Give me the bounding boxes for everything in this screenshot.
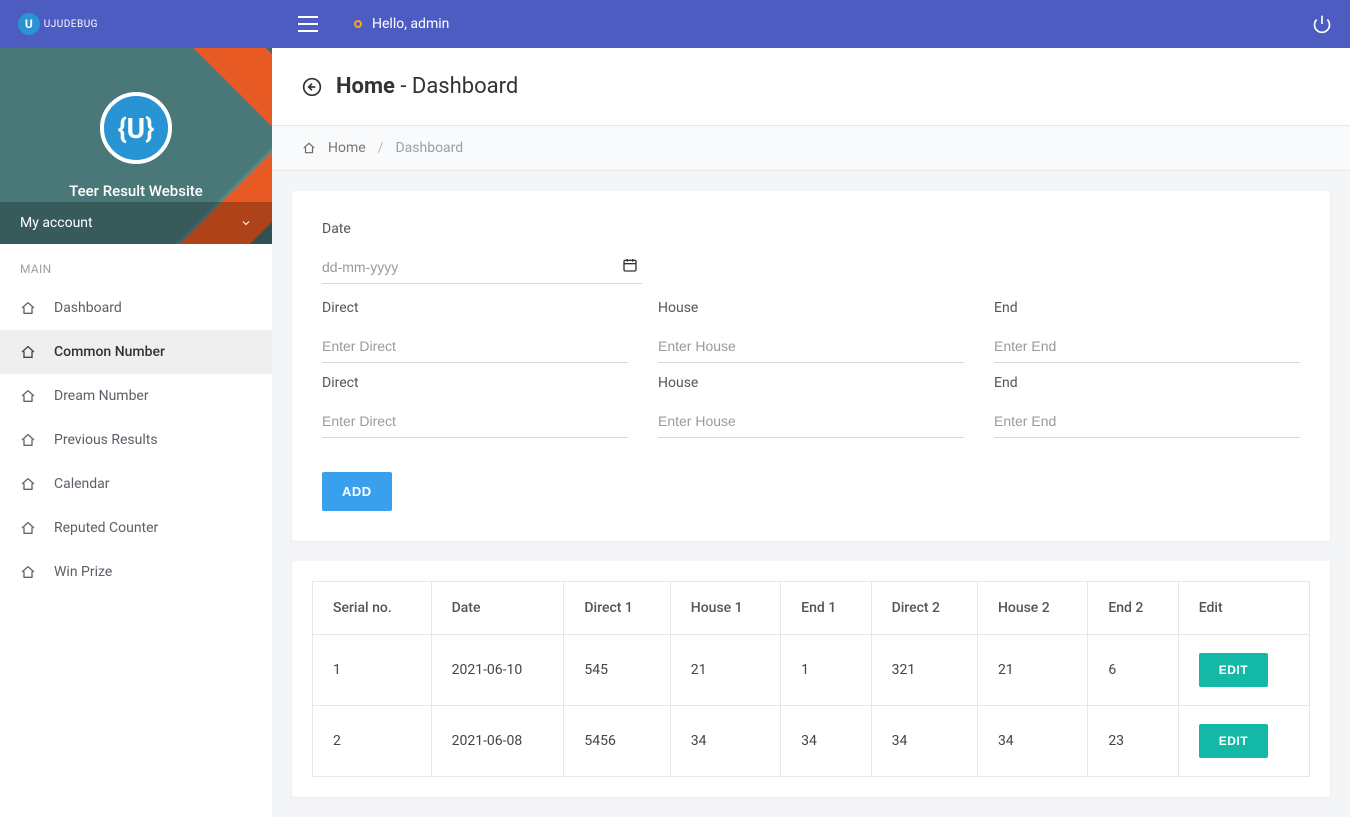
sidebar-item-label: Win Prize — [54, 564, 112, 580]
breadcrumb-home-icon[interactable] — [302, 141, 316, 155]
cell-h2: 21 — [977, 635, 1087, 706]
cell-date: 2021-06-10 — [431, 635, 564, 706]
th-house2: House 2 — [977, 582, 1087, 635]
th-edit: Edit — [1178, 582, 1309, 635]
table-row: 2 2021-06-08 5456 34 34 34 34 23 EDIT — [313, 706, 1310, 777]
sidebar-item-common-number[interactable]: Common Number — [0, 330, 272, 374]
cell-h1: 34 — [670, 706, 780, 777]
sidebar-item-label: Dashboard — [54, 300, 122, 316]
house2-input[interactable] — [658, 405, 964, 438]
date-input[interactable] — [322, 251, 642, 284]
home-icon — [20, 564, 36, 580]
cell-e2: 23 — [1088, 706, 1178, 777]
home-icon — [20, 344, 36, 360]
th-house1: House 1 — [670, 582, 780, 635]
topbar: U UJUDEBUG Hello, admin — [0, 0, 1350, 48]
sidebar-item-dashboard[interactable]: Dashboard — [0, 286, 272, 330]
cell-h2: 34 — [977, 706, 1087, 777]
end2-label: End — [994, 375, 1300, 391]
cell-d1: 5456 — [564, 706, 670, 777]
home-icon — [20, 300, 36, 316]
edit-button[interactable]: EDIT — [1199, 653, 1268, 687]
th-direct2: Direct 2 — [871, 582, 977, 635]
calendar-icon[interactable] — [622, 257, 638, 273]
direct1-input[interactable] — [322, 330, 628, 363]
status-dot-icon — [354, 20, 362, 28]
sidebar-item-label: Reputed Counter — [54, 520, 158, 536]
th-end1: End 1 — [781, 582, 871, 635]
cell-d2: 34 — [871, 706, 977, 777]
cell-date: 2021-06-08 — [431, 706, 564, 777]
home-icon — [20, 520, 36, 536]
form-card: Date Direct House End — [292, 191, 1330, 541]
site-title: Teer Result Website — [69, 182, 203, 200]
avatar: {U} — [100, 92, 172, 164]
page-title: Home - Dashboard — [336, 74, 518, 99]
table-card: Serial no. Date Direct 1 House 1 End 1 D… — [292, 561, 1330, 797]
brand-logo-text: UJUDEBUG — [44, 19, 98, 30]
th-direct1: Direct 1 — [564, 582, 670, 635]
nav-section-main: MAIN — [0, 244, 272, 286]
cell-d1: 545 — [564, 635, 670, 706]
breadcrumb-separator: / — [378, 140, 384, 156]
sidebar: {U} Teer Result Website My account MAIN … — [0, 48, 272, 817]
greeting-text: Hello, admin — [372, 16, 449, 32]
breadcrumb-current: Dashboard — [395, 140, 463, 156]
table-header-row: Serial no. Date Direct 1 House 1 End 1 D… — [313, 582, 1310, 635]
th-serial: Serial no. — [313, 582, 432, 635]
end2-input[interactable] — [994, 405, 1300, 438]
my-account-label: My account — [20, 215, 93, 231]
house2-label: House — [658, 375, 964, 391]
brand-logo: U UJUDEBUG — [18, 13, 98, 35]
page-header: Home - Dashboard — [272, 48, 1350, 126]
chevron-down-icon — [240, 217, 252, 229]
end1-input[interactable] — [994, 330, 1300, 363]
sidebar-item-previous-results[interactable]: Previous Results — [0, 418, 272, 462]
sidebar-hero: {U} Teer Result Website My account — [0, 48, 272, 244]
main-content: Home - Dashboard Home / Dashboard Date — [272, 48, 1350, 817]
edit-button[interactable]: EDIT — [1199, 724, 1268, 758]
back-icon[interactable] — [302, 77, 322, 97]
home-icon — [20, 476, 36, 492]
house1-input[interactable] — [658, 330, 964, 363]
date-label: Date — [322, 221, 1300, 237]
cell-e1: 34 — [781, 706, 871, 777]
direct2-input[interactable] — [322, 405, 628, 438]
th-end2: End 2 — [1088, 582, 1178, 635]
cell-e1: 1 — [781, 635, 871, 706]
th-date: Date — [431, 582, 564, 635]
sidebar-item-reputed-counter[interactable]: Reputed Counter — [0, 506, 272, 550]
cell-serial: 1 — [313, 635, 432, 706]
home-icon — [20, 388, 36, 404]
sidebar-item-calendar[interactable]: Calendar — [0, 462, 272, 506]
cell-h1: 21 — [670, 635, 780, 706]
hamburger-icon[interactable] — [298, 16, 318, 32]
cell-e2: 6 — [1088, 635, 1178, 706]
sidebar-item-label: Calendar — [54, 476, 110, 492]
brand-logo-mark: U — [18, 13, 40, 35]
cell-edit: EDIT — [1178, 635, 1309, 706]
direct2-label: Direct — [322, 375, 628, 391]
house1-label: House — [658, 300, 964, 316]
add-button[interactable]: ADD — [322, 472, 392, 511]
sidebar-item-dream-number[interactable]: Dream Number — [0, 374, 272, 418]
power-icon[interactable] — [1312, 14, 1332, 34]
breadcrumb: Home / Dashboard — [272, 126, 1350, 171]
cell-edit: EDIT — [1178, 706, 1309, 777]
sidebar-item-win-prize[interactable]: Win Prize — [0, 550, 272, 594]
cell-d2: 321 — [871, 635, 977, 706]
results-table: Serial no. Date Direct 1 House 1 End 1 D… — [312, 581, 1310, 777]
end1-label: End — [994, 300, 1300, 316]
my-account-toggle[interactable]: My account — [0, 202, 272, 244]
greeting: Hello, admin — [354, 16, 449, 32]
cell-serial: 2 — [313, 706, 432, 777]
home-icon — [20, 432, 36, 448]
sidebar-item-label: Previous Results — [54, 432, 158, 448]
table-row: 1 2021-06-10 545 21 1 321 21 6 EDIT — [313, 635, 1310, 706]
sidebar-item-label: Common Number — [54, 344, 165, 360]
sidebar-item-label: Dream Number — [54, 388, 149, 404]
breadcrumb-home[interactable]: Home — [328, 140, 366, 156]
direct1-label: Direct — [322, 300, 628, 316]
